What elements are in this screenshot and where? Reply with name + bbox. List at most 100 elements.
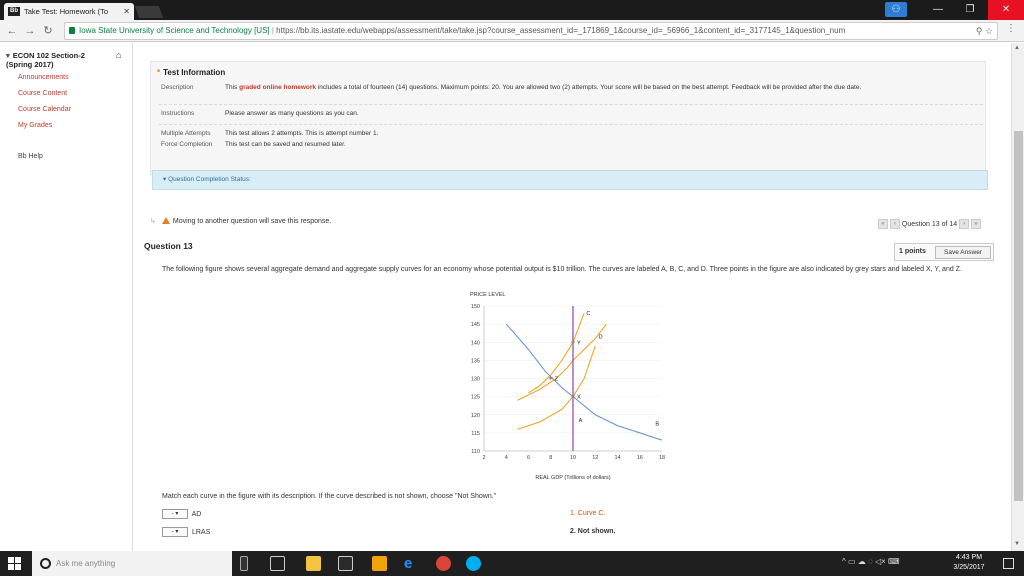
description-label: Description [161, 84, 194, 91]
match-row: - ▾ LRAS [162, 527, 210, 538]
last-question-icon[interactable]: » [971, 219, 982, 229]
nav-bb-help[interactable]: Bb Help [18, 153, 43, 160]
y-tick-label: 130 [471, 377, 480, 383]
menu-icon[interactable]: ⋮ [1006, 23, 1016, 34]
notification-icon[interactable] [1003, 558, 1014, 569]
task-view-icon[interactable] [270, 556, 285, 571]
first-question-icon[interactable]: « [878, 219, 888, 229]
zoom-star-icons[interactable]: ⚲ ☆ [976, 23, 993, 39]
x-tick-label: 16 [637, 455, 643, 461]
answer-option: 2. Not shown. [570, 528, 616, 535]
answer-option: 1. Curve C. [570, 510, 606, 517]
next-question-icon[interactable]: › [959, 219, 970, 229]
scroll-down-icon[interactable]: ▼ [1014, 541, 1020, 547]
point-label-y: Y [577, 340, 581, 346]
instructions-value: Please answer as many questions as you c… [225, 110, 359, 117]
x-tick-label: 12 [592, 455, 598, 461]
match-term: AD [191, 510, 202, 518]
match-term: LRAS [191, 528, 211, 536]
force-completion-label: Force Completion [161, 141, 213, 148]
x-axis-label: REAL GDP (Trillions of dollars) [535, 475, 610, 481]
lock-icon [69, 27, 75, 34]
curve-label-b: B [655, 422, 659, 428]
windows-start-icon[interactable] [8, 557, 21, 570]
warning-icon [161, 217, 170, 224]
multiple-attempts-label: Multiple Attempts [161, 130, 211, 137]
question-title: Question 13 [144, 241, 193, 251]
curve-b [505, 323, 663, 441]
course-menu: ▾ ECON 102 Section-2 (Spring 2017) ⌂ Anno… [0, 43, 133, 551]
test-information-panel: * Test Information Description This grade… [150, 61, 986, 175]
scroll-up-icon[interactable]: ▲ [1014, 45, 1020, 51]
cortana-search[interactable]: Ask me anything [32, 551, 232, 576]
browser-tab[interactable]: Bb Take Test: Homework (To ✕ [4, 3, 134, 20]
edge-icon[interactable]: e [404, 556, 419, 571]
url-field[interactable]: Iowa State University of Science and Tec… [64, 22, 998, 40]
windows-taskbar: Ask me anything e ^ ▭ ☁ ◌ ◁× ⌨ 4:43 PM 3… [0, 551, 1024, 576]
points-box: 1 points Save Answer [894, 243, 994, 261]
tab-title: Take Test: Homework (To [24, 7, 109, 16]
restore-button[interactable]: ❐ [956, 0, 984, 20]
test-information-title: * Test Information [157, 68, 226, 77]
y-tick-label: 150 [471, 304, 480, 310]
star-icon: * [157, 68, 161, 77]
x-tick-label: 10 [570, 455, 576, 461]
forward-icon[interactable]: → [22, 23, 38, 39]
x-tick-label: 8 [549, 455, 552, 461]
home-icon[interactable]: ⌂ [116, 51, 125, 60]
multiple-attempts-value: This test allows 2 attempts. This is att… [225, 130, 379, 137]
match-row: - ▾ AD [162, 509, 201, 520]
new-tab-button[interactable] [134, 6, 164, 18]
y-tick-label: 110 [471, 449, 480, 455]
x-tick-label: 18 [659, 455, 665, 461]
question-navigator: « ‹ Question 13 of 14 › » [878, 219, 982, 229]
file-explorer-icon[interactable] [306, 556, 321, 571]
curve-label-d: D [599, 335, 603, 341]
save-answer-button[interactable]: Save Answer [935, 246, 991, 259]
skype-icon[interactable] [466, 556, 481, 571]
prev-question-icon[interactable]: ‹ [889, 219, 900, 229]
chrome-icon[interactable] [436, 556, 451, 571]
answer-select[interactable]: - ▾ [162, 509, 188, 519]
url-text: https://bb.its.iastate.edu/webapps/asses… [276, 26, 846, 35]
y-axis-label: PRICE LEVEL [470, 292, 505, 298]
y-tick-label: 125 [471, 395, 480, 401]
browser-titlebar: Bb Take Test: Homework (To ✕ ⚇ — ❐ ✕ [0, 0, 1024, 20]
clock[interactable]: 4:43 PM 3/25/2017 [944, 553, 994, 573]
curve-d [517, 323, 607, 401]
match-instruction: Match each curve in the figure with its … [162, 493, 497, 500]
scroll-thumb[interactable] [1014, 131, 1023, 501]
user-icon[interactable]: ⚇ [885, 2, 907, 17]
curve-a [517, 345, 596, 430]
description-value: This graded online homework includes a t… [225, 84, 862, 91]
x-tick-label: 6 [527, 455, 530, 461]
reload-icon[interactable]: ↻ [40, 23, 56, 39]
y-tick-label: 140 [471, 340, 480, 346]
points-label: 1 points [899, 248, 926, 255]
app-icon[interactable] [372, 556, 387, 571]
site-name: Iowa State University of Science and Tec… [79, 26, 270, 35]
star-point-y: ✶ [570, 338, 577, 347]
question-counter: Question 13 of 14 [901, 220, 958, 228]
store-icon[interactable] [338, 556, 353, 571]
answer-select[interactable]: - ▾ [162, 527, 188, 537]
star-point-x: ✶ [570, 392, 577, 401]
return-arrow-icon: ↳ [150, 218, 156, 225]
system-tray[interactable]: ^ ▭ ☁ ◌ ◁× ⌨ [842, 557, 900, 566]
close-window-button[interactable]: ✕ [988, 0, 1024, 20]
nav-my-grades[interactable]: My Grades [18, 122, 52, 129]
minimize-button[interactable]: — [924, 0, 952, 20]
y-tick-label: 145 [471, 322, 480, 328]
x-tick-label: 14 [614, 455, 620, 461]
nav-course-content[interactable]: Course Content [18, 90, 67, 97]
question-completion-status[interactable]: ▾ Question Completion Status: [152, 170, 988, 190]
y-tick-label: 135 [471, 358, 480, 364]
ad-as-chart: PRICE LEVEL REAL GDP (Trillions of dollar… [470, 292, 665, 481]
close-icon[interactable]: ✕ [123, 3, 130, 20]
course-title[interactable]: ▾ ECON 102 Section-2 (Spring 2017) [6, 51, 85, 69]
back-icon[interactable]: ← [4, 23, 20, 39]
page-scrollbar[interactable]: ▲ ▼ [1011, 43, 1024, 551]
nav-course-calendar[interactable]: Course Calendar [18, 106, 71, 113]
microphone-icon[interactable] [240, 556, 248, 571]
nav-announcements[interactable]: Announcements [18, 74, 69, 81]
